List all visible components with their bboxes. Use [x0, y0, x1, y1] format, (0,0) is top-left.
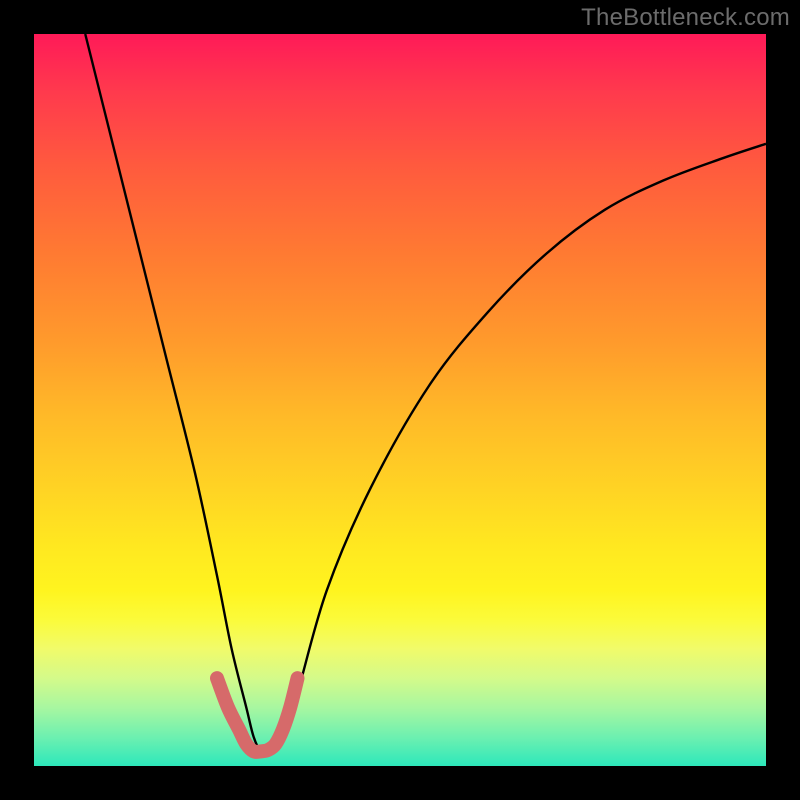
curve-svg	[34, 34, 766, 766]
watermark-text: TheBottleneck.com	[581, 4, 790, 32]
chart-frame: TheBottleneck.com	[0, 0, 800, 800]
bottleneck-curve	[85, 34, 766, 753]
highlight-segment	[217, 678, 298, 752]
plot-area	[34, 34, 766, 766]
